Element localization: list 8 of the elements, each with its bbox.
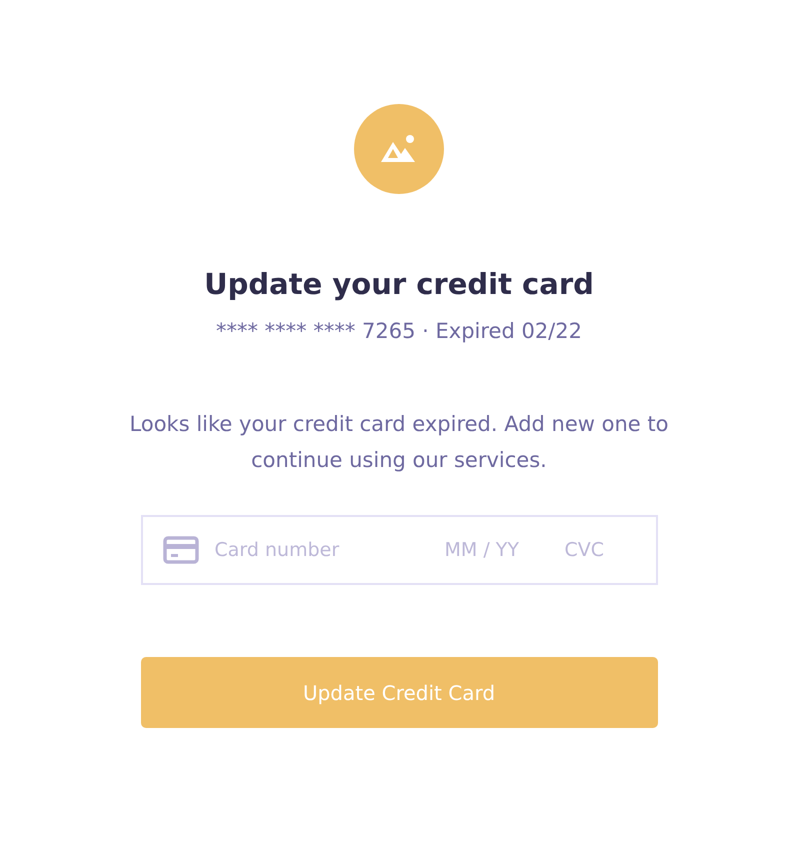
page-title: Update your credit card [204, 266, 594, 303]
card-summary: **** **** **** 7265 · Expired 02/22 [216, 318, 582, 345]
card-input[interactable]: MM / YY [444, 537, 538, 563]
expired-message: Looks like your credit card expired. Add new one to continue using our services. [128, 411, 670, 474]
card-input[interactable]: CVC [564, 537, 624, 563]
card-input[interactable]: Card number [214, 537, 414, 563]
update-button[interactable]: Update Credit Card [140, 657, 658, 728]
credit-card-icon [162, 536, 198, 564]
